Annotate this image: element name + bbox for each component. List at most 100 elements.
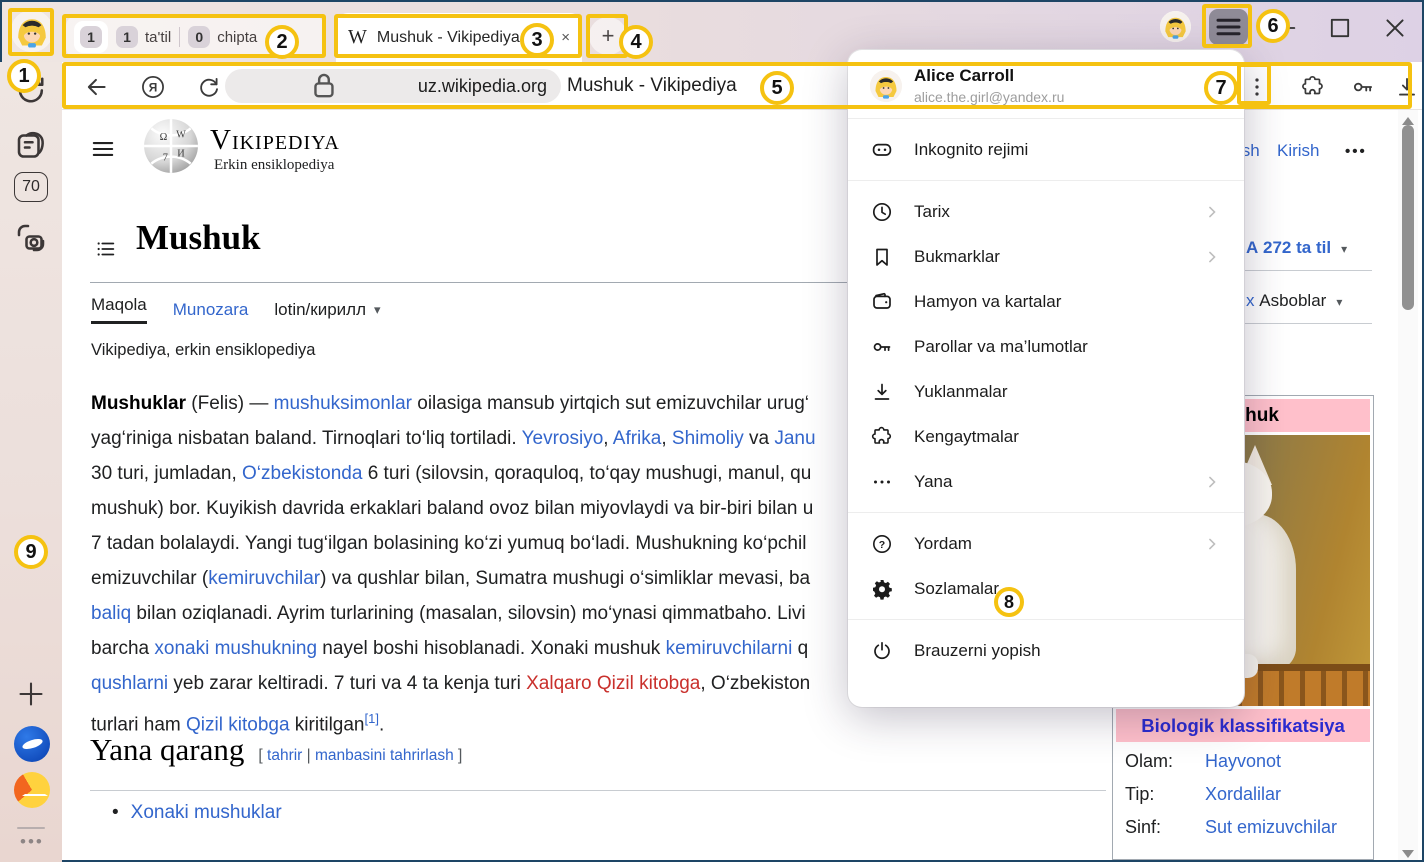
profile-avatar[interactable] — [11, 10, 53, 52]
login-link[interactable]: Kirish — [1277, 141, 1320, 161]
chevron-down-icon[interactable]: ▾ — [374, 302, 381, 318]
infobox-row: Sinf:Sut emizuvchilar — [1113, 811, 1373, 844]
menu-item-kengaytmalar[interactable]: Kengaytmalar — [848, 414, 1244, 459]
paragraph-line: Mushuklar (Felis) — mushuksimonlar oilas… — [91, 386, 816, 421]
callout-4: 4 — [619, 25, 653, 59]
section-rule — [90, 790, 1106, 791]
wiki-menu-button[interactable] — [90, 136, 116, 162]
menu-item-parollar-va-ma-lumotlar[interactable]: Parollar va ma’lumotlar — [848, 324, 1244, 369]
tab-variant[interactable]: lotin/кирилл — [274, 300, 366, 320]
edit-links[interactable]: [ tahrir | manbasini tahrirlash ] — [258, 747, 462, 764]
hamburger-icon — [1209, 9, 1248, 45]
article-link[interactable]: Xalqaro Qizil kitobga — [526, 673, 700, 694]
infobox-label: Olam: — [1125, 751, 1205, 772]
back-icon — [84, 74, 110, 100]
toc-icon[interactable] — [94, 238, 118, 260]
scrollbar[interactable] — [1398, 110, 1418, 860]
article-link[interactable]: Janu — [774, 428, 815, 449]
article-link[interactable]: kemiruvchilar — [208, 568, 320, 589]
tab-article[interactable]: Maqola — [91, 295, 147, 324]
tab-group-selected[interactable]: 1 — [74, 21, 108, 53]
chevron-right-icon — [1202, 202, 1222, 222]
article-link[interactable]: xonaki mushukning — [154, 638, 317, 659]
article-link[interactable]: qushlarni — [91, 673, 168, 694]
gear-icon — [870, 577, 894, 601]
menu-item-label: Inkognito rejimi — [914, 140, 1222, 160]
infobox-value-link[interactable]: Xordalilar — [1205, 784, 1281, 805]
toolbar-more-button[interactable] — [1244, 74, 1270, 100]
article-link[interactable]: kemiruvchilarni — [666, 638, 793, 659]
menu-item-label: Yana — [914, 472, 1182, 492]
infobox-value-link[interactable]: Sut emizuvchilar — [1205, 817, 1337, 838]
callout-5: 5 — [760, 71, 794, 105]
reload-button[interactable] — [196, 74, 222, 100]
maximize-button[interactable] — [1325, 14, 1355, 42]
menu-item-yordam[interactable]: ?Yordam — [848, 521, 1244, 566]
sidebar-more-button[interactable]: ••• — [20, 832, 44, 852]
account-email: alice.the.girl@yandex.ru — [914, 89, 1064, 105]
infobox-value-link[interactable]: Hayvonot — [1205, 751, 1281, 772]
callout-1: 1 — [7, 59, 41, 93]
camera-icon — [13, 220, 49, 256]
menu-item-inkognito-rejimi[interactable]: Inkognito rejimi — [848, 127, 1244, 172]
language-button[interactable]: A 272 ta til▾ — [1246, 238, 1347, 258]
lock-icon — [239, 69, 409, 103]
add-panel-button[interactable] — [13, 676, 49, 712]
scrollbar-thumb[interactable] — [1402, 125, 1414, 310]
scroll-up-icon[interactable] — [1401, 113, 1415, 123]
scroll-down-icon[interactable] — [1401, 846, 1415, 856]
docs-icon — [13, 128, 49, 164]
article-link[interactable]: baliq — [91, 603, 131, 624]
paragraph-line: 7 tadan bolalaydi. Yangi tug‘ilgan bolas… — [91, 526, 816, 561]
url-text: uz.wikipedia.org — [418, 76, 547, 97]
downloads-button[interactable] — [1394, 74, 1420, 100]
article-link[interactable]: manbasini tahrirlash — [315, 747, 454, 764]
article-link[interactable]: mushuksimonlar — [274, 393, 412, 414]
notes-button[interactable] — [13, 128, 49, 164]
tab-group[interactable]: 1ta'til — [116, 26, 171, 48]
wikipedia-logo[interactable]: ΩWИ7 — [142, 116, 200, 176]
top-more-button[interactable]: ••• — [1345, 143, 1367, 160]
article-link[interactable]: Shimoliy — [672, 428, 744, 449]
screenshot-button[interactable] — [13, 220, 49, 256]
tools-button[interactable]: x Asboblar▾ — [1246, 291, 1342, 311]
help-icon: ? — [870, 532, 894, 556]
browser-menu-button[interactable] — [1209, 9, 1248, 45]
weather-widget[interactable]: 70 — [14, 172, 48, 202]
menu-item-bukmarklar[interactable]: Bukmarklar — [848, 234, 1244, 279]
account-row[interactable]: Alice Carroll alice.the.girl@yandex.ru — [848, 50, 1244, 118]
menu-item-label: Parollar va ma’lumotlar — [914, 337, 1222, 357]
article-link[interactable]: tahrir — [267, 747, 302, 764]
menu-item-sozlamalar[interactable]: Sozlamalar — [848, 566, 1244, 611]
paragraph-line: yag‘riniga nisbatan baland. Tirnoqlari t… — [91, 421, 816, 456]
tab-close-icon[interactable]: × — [561, 29, 570, 46]
wikipedia-favicon: W — [348, 26, 367, 49]
address-bar[interactable]: uz.wikipedia.org — [225, 69, 561, 103]
wikipedia-wordmark[interactable]: Vikipediya — [210, 124, 340, 157]
menu-item-hamyon-va-kartalar[interactable]: Hamyon va kartalar — [848, 279, 1244, 324]
article-link[interactable]: O‘zbekistonda — [242, 463, 362, 484]
paragraph-line: barcha xonaki mushukning nayel boshi his… — [91, 631, 816, 666]
wikipedia-globe-icon: ΩWИ7 — [142, 116, 200, 176]
extensions-button[interactable] — [1300, 74, 1326, 100]
close-button[interactable] — [1380, 14, 1410, 42]
yandex-search-button[interactable]: Я — [140, 74, 166, 100]
yandex-start-button[interactable] — [14, 726, 50, 762]
tab-group[interactable]: 0chipta — [188, 26, 257, 48]
see-also-item[interactable]: •Xonaki mushuklar — [112, 802, 282, 824]
menu-item-yana[interactable]: Yana — [848, 459, 1244, 504]
article-link[interactable]: Yevrosiyo — [522, 428, 604, 449]
hamburger-icon — [90, 136, 116, 162]
passwords-button[interactable] — [1350, 74, 1376, 100]
menu-item-label: Kengaytmalar — [914, 427, 1222, 447]
menu-item-brauzerni-yopish[interactable]: Brauzerni yopish — [848, 628, 1244, 673]
titlebar-avatar[interactable] — [1160, 11, 1191, 42]
back-button[interactable] — [84, 74, 110, 100]
menu-item-tarix[interactable]: Tarix — [848, 189, 1244, 234]
menu-item-label: Bukmarklar — [914, 247, 1182, 267]
tab-talk[interactable]: Munozara — [173, 300, 249, 320]
article-link[interactable]: Afrika — [613, 428, 662, 449]
callout-6: 6 — [1256, 9, 1290, 43]
menu-item-yuklanmalar[interactable]: Yuklanmalar — [848, 369, 1244, 414]
yandex-mail-button[interactable] — [14, 772, 50, 808]
